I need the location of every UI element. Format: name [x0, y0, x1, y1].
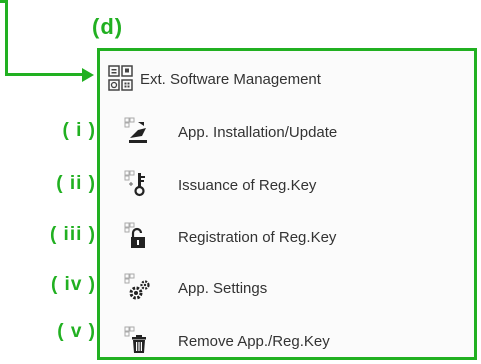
menu-item-label: App. Installation/Update — [178, 123, 338, 141]
item-marker: ( iii ) — [49, 224, 96, 245]
callout-label: (d) — [92, 14, 124, 39]
item-marker: ( v ) — [57, 321, 96, 342]
menu-item-app-installation[interactable]: App. Installation/Update — [100, 112, 474, 152]
item-marker: ( iv ) — [50, 274, 96, 295]
menu-item-label: Registration of Reg.Key — [178, 228, 337, 246]
item-marker: ( i ) — [62, 120, 96, 141]
menu-header[interactable]: Ext. Software Management — [100, 59, 474, 99]
menu-item-label: App. Settings — [178, 279, 268, 297]
menu-header-label: Ext. Software Management — [140, 70, 321, 88]
ext-software-grid-icon — [108, 65, 134, 93]
connector-line — [5, 73, 83, 76]
key-issue-icon — [124, 169, 150, 199]
ext-software-menu: Ext. Software Management App. Installati… — [97, 48, 477, 360]
menu-item-remove-app[interactable]: Remove App./Reg.Key — [100, 321, 474, 361]
arrow-head-icon — [82, 68, 94, 82]
gear-icon — [124, 272, 152, 302]
app-install-icon — [124, 116, 150, 146]
menu-item-label: Remove App./Reg.Key — [178, 332, 330, 350]
menu-item-issuance-reg-key[interactable]: Issuance of Reg.Key — [100, 165, 474, 205]
item-marker: ( ii ) — [56, 173, 96, 194]
trash-icon — [124, 325, 150, 355]
menu-item-registration-reg-key[interactable]: Registration of Reg.Key — [100, 217, 474, 257]
menu-item-app-settings[interactable]: App. Settings — [100, 268, 474, 308]
connector-line — [5, 0, 8, 76]
menu-item-label: Issuance of Reg.Key — [178, 176, 317, 194]
lock-icon — [124, 221, 150, 251]
